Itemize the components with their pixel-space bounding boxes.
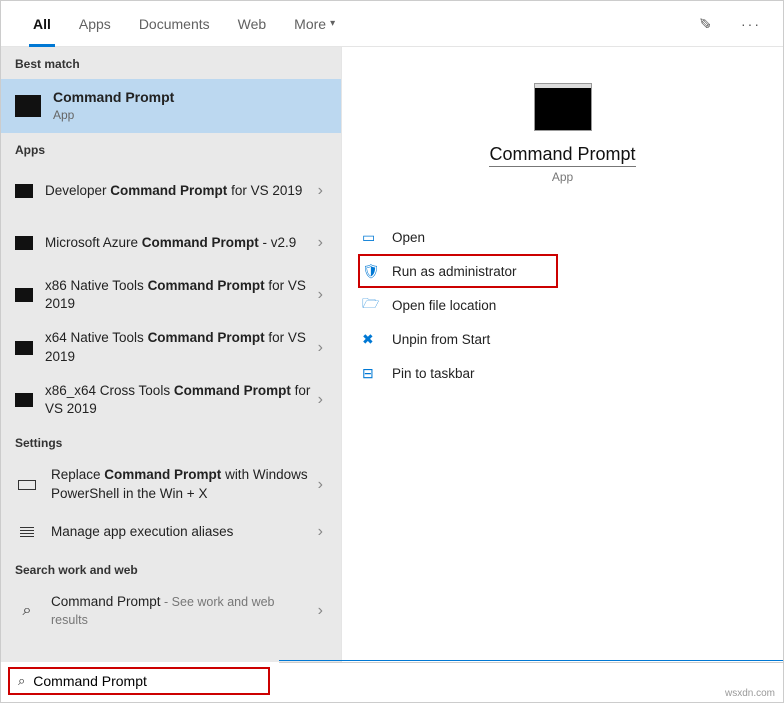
section-best-match: Best match	[1, 47, 341, 79]
chevron-right-icon[interactable]: ›	[314, 339, 327, 357]
best-match-subtitle: App	[53, 107, 327, 123]
unpin-icon: ✖	[362, 331, 392, 348]
actions-list: ▭ Open 🛡 Run as administrator 🗁 Open fil…	[342, 220, 783, 390]
cmd-icon	[15, 95, 41, 117]
tab-all[interactable]: All	[23, 1, 61, 46]
app-result[interactable]: x86 Native Tools Command Prompt for VS 2…	[1, 269, 341, 321]
action-unpin-from-start[interactable]: ✖ Unpin from Start	[358, 322, 783, 356]
alias-icon	[15, 523, 39, 541]
web-result[interactable]: Command Prompt - See work and web result…	[1, 585, 341, 637]
tab-documents[interactable]: Documents	[129, 1, 220, 46]
chevron-right-icon[interactable]: ›	[314, 523, 327, 541]
feedback-icon[interactable]: ✐	[695, 14, 715, 34]
section-apps: Apps	[1, 133, 341, 165]
chevron-right-icon[interactable]: ›	[314, 182, 327, 200]
action-open-file-location[interactable]: 🗁 Open file location	[358, 288, 783, 322]
terminal-setting-icon	[15, 476, 39, 494]
cmd-icon	[15, 393, 33, 407]
search-icon	[15, 602, 39, 620]
app-result[interactable]: Microsoft Azure Command Prompt - v2.9 ›	[1, 217, 341, 269]
setting-result[interactable]: Manage app execution aliases ›	[1, 511, 341, 553]
app-detail-icon	[534, 83, 592, 131]
folder-icon: 🗁	[362, 293, 392, 317]
action-run-as-administrator[interactable]: 🛡 Run as administrator	[358, 254, 558, 288]
admin-shield-icon: 🛡	[362, 263, 392, 280]
app-detail-subtitle: App	[342, 170, 783, 184]
search-box[interactable]: ⌕	[8, 667, 270, 695]
chevron-right-icon[interactable]: ›	[314, 602, 327, 620]
app-detail-title[interactable]: Command Prompt	[342, 143, 783, 166]
cmd-icon	[15, 236, 33, 250]
cmd-icon	[15, 341, 33, 355]
active-window-border	[279, 660, 783, 661]
open-icon: ▭	[362, 229, 392, 246]
app-result[interactable]: x86_x64 Cross Tools Command Prompt for V…	[1, 374, 341, 426]
tab-apps[interactable]: Apps	[69, 1, 121, 46]
app-result[interactable]: Developer Command Prompt for VS 2019 ›	[1, 165, 341, 217]
setting-result[interactable]: Replace Command Prompt with Windows Powe…	[1, 458, 341, 510]
main-content: Best match Command Prompt App Apps Devel…	[1, 47, 783, 662]
chevron-right-icon[interactable]: ›	[314, 476, 327, 494]
pin-icon: ⊟	[362, 365, 392, 382]
search-input[interactable]	[33, 673, 260, 689]
results-panel: Best match Command Prompt App Apps Devel…	[1, 47, 341, 662]
section-settings: Settings	[1, 426, 341, 458]
section-search-web: Search work and web	[1, 553, 341, 585]
cmd-icon	[15, 288, 33, 302]
app-result[interactable]: x64 Native Tools Command Prompt for VS 2…	[1, 321, 341, 373]
detail-panel: Command Prompt App ▭ Open 🛡 Run as admin…	[341, 47, 783, 662]
best-match-result[interactable]: Command Prompt App	[1, 79, 341, 133]
watermark: wsxdn.com	[725, 688, 775, 699]
action-pin-to-taskbar[interactable]: ⊟ Pin to taskbar	[358, 356, 783, 390]
search-icon: ⌕	[18, 673, 25, 689]
chevron-right-icon[interactable]: ›	[314, 234, 327, 252]
action-open[interactable]: ▭ Open	[358, 220, 783, 254]
chevron-right-icon[interactable]: ›	[314, 286, 327, 304]
search-tabs-bar: All Apps Documents Web More▾ ✐ ···	[1, 1, 783, 47]
chevron-right-icon[interactable]: ›	[314, 391, 327, 409]
cmd-icon	[15, 184, 33, 198]
tab-web[interactable]: Web	[228, 1, 277, 46]
tab-more[interactable]: More▾	[284, 1, 345, 46]
taskbar-area	[279, 662, 783, 702]
more-options-icon[interactable]: ···	[741, 14, 761, 34]
chevron-down-icon: ▾	[330, 18, 335, 29]
best-match-title: Command Prompt	[53, 88, 327, 107]
